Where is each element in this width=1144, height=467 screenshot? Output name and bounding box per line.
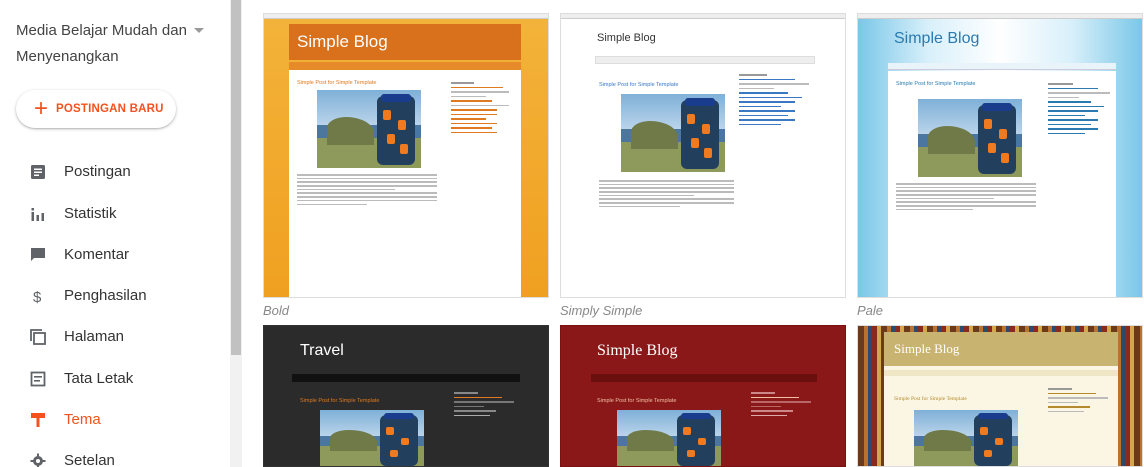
blog-tabs: [595, 56, 815, 64]
sidebar-item-postingan[interactable]: Postingan: [0, 153, 230, 191]
theme-caption: Pale: [857, 303, 884, 318]
post-image: [918, 99, 1022, 177]
sidebar-item-halaman[interactable]: Halaman: [0, 318, 230, 356]
new-post-label: POSTINGAN BARU: [56, 103, 164, 115]
blog-title: Simple Blog: [597, 342, 678, 359]
browser-bar: [561, 14, 845, 19]
blog-title: Simple Blog: [894, 30, 980, 47]
blog-tabs: [888, 63, 1116, 70]
post-image: [320, 410, 424, 466]
sidebar-item-label: Penghasilan: [64, 287, 147, 304]
sidebar-item-label: Tema: [64, 411, 101, 428]
theme-gallery: Simple Blog Simple Post for Simple Templ…: [242, 0, 1144, 467]
post-image: [617, 410, 721, 466]
sidebar-item-label: Statistik: [64, 205, 117, 222]
blog-sidebar: [451, 82, 509, 136]
blog-title: Simple Blog: [297, 32, 388, 51]
blog-name: Media Belajar Mudah dan Menyenangkan: [16, 22, 187, 65]
post-title: Simple Post for Simple Template: [894, 396, 967, 402]
sidebar-item-label: Postingan: [64, 163, 131, 180]
gear-icon: [30, 453, 46, 467]
layout-icon: [30, 371, 46, 387]
scrollbar-thumb[interactable]: [231, 0, 241, 355]
theme-caption: Bold: [263, 303, 290, 318]
post-title: Simple Post for Simple Template: [297, 80, 377, 86]
blog-body: Simple Post for Simple Template: [888, 71, 1116, 297]
sidebar-item-statistik[interactable]: Statistik: [0, 195, 230, 233]
post-text: [896, 183, 1036, 213]
blog-tabs: [591, 374, 817, 382]
plus-icon: +: [34, 95, 49, 122]
post-text: [297, 174, 437, 207]
blog-tabs: [289, 62, 521, 70]
theme-thumbnail-pale[interactable]: Simple Blog Simple Post for Simple Templ…: [857, 13, 1143, 298]
posts-icon: [31, 165, 45, 179]
blog-sidebar: [1048, 388, 1108, 415]
pages-icon: [30, 329, 46, 345]
new-post-button[interactable]: + POSTINGAN BARU: [16, 90, 176, 128]
blog-sidebar: [454, 392, 514, 419]
sidebar-item-label: Tata Letak: [64, 370, 134, 387]
stats-icon: [31, 208, 44, 221]
sidebar-item-tema[interactable]: Tema: [0, 401, 230, 439]
post-title: Simple Post for Simple Template: [599, 82, 679, 88]
blog-sidebar: [739, 74, 809, 128]
blog-title: Simple Blog: [597, 32, 656, 44]
post-title: Simple Post for Simple Template: [597, 398, 677, 404]
browser-bar: [264, 14, 548, 19]
comment-icon: [31, 248, 45, 261]
blogger-theme-page: { "sidebar": { "blog_name": "Media Belaj…: [0, 0, 1144, 467]
post-image: [914, 410, 1018, 466]
post-image: [621, 94, 725, 172]
sidebar-item-tata-letak[interactable]: Tata Letak: [0, 360, 230, 398]
post-text: [599, 180, 734, 210]
svg-text:$: $: [33, 289, 42, 304]
sidebar-item-komentar[interactable]: Komentar: [0, 236, 230, 274]
sidebar-item-setelan[interactable]: Setelan: [0, 442, 230, 467]
blog-body: Simple Post for Simple Template: [289, 70, 521, 297]
theme-thumbnail-red[interactable]: Simple Blog Simple Post for Simple Templ…: [560, 325, 846, 467]
blog-title: Travel: [300, 342, 344, 359]
theme-thumbnail-travel[interactable]: Travel Simple Post for Simple Template: [263, 325, 549, 467]
theme-thumbnail-bold[interactable]: Simple Blog Simple Post for Simple Templ…: [263, 13, 549, 298]
sidebar-item-label: Setelan: [64, 452, 115, 467]
sidebar-item-penghasilan[interactable]: $ Penghasilan: [0, 277, 230, 315]
blog-tabs: [292, 374, 520, 382]
dollar-icon: $: [33, 289, 42, 304]
blog-tabs: [884, 370, 1118, 376]
blog-sidebar: [751, 392, 811, 419]
sidebar-scrollbar[interactable]: [230, 0, 242, 467]
blog-title: Simple Blog: [894, 341, 960, 356]
blog-selector[interactable]: Media Belajar Mudah dan Menyenangkan: [16, 18, 216, 70]
post-title: Simple Post for Simple Template: [896, 81, 976, 87]
theme-thumbnail-bookshelf[interactable]: Simple Blog Simple Post for Simple Templ…: [857, 325, 1143, 467]
blog-sidebar: [1048, 83, 1110, 137]
post-image: [317, 90, 421, 168]
sidebar: Media Belajar Mudah dan Menyenangkan + P…: [0, 0, 230, 467]
sidebar-item-label: Halaman: [64, 328, 125, 345]
blog-header: Simple Blog: [884, 332, 1118, 366]
blog-header: Simple Blog: [289, 24, 521, 60]
post-title: Simple Post for Simple Template: [300, 398, 380, 404]
theme-caption: Simply Simple: [560, 303, 643, 318]
dropdown-caret-icon[interactable]: [194, 28, 204, 33]
sidebar-item-label: Komentar: [64, 246, 130, 263]
theme-icon: [31, 413, 45, 427]
theme-thumbnail-simply-simple[interactable]: Simple Blog Simple Post for Simple Templ…: [560, 13, 846, 298]
browser-bar: [858, 14, 1142, 19]
